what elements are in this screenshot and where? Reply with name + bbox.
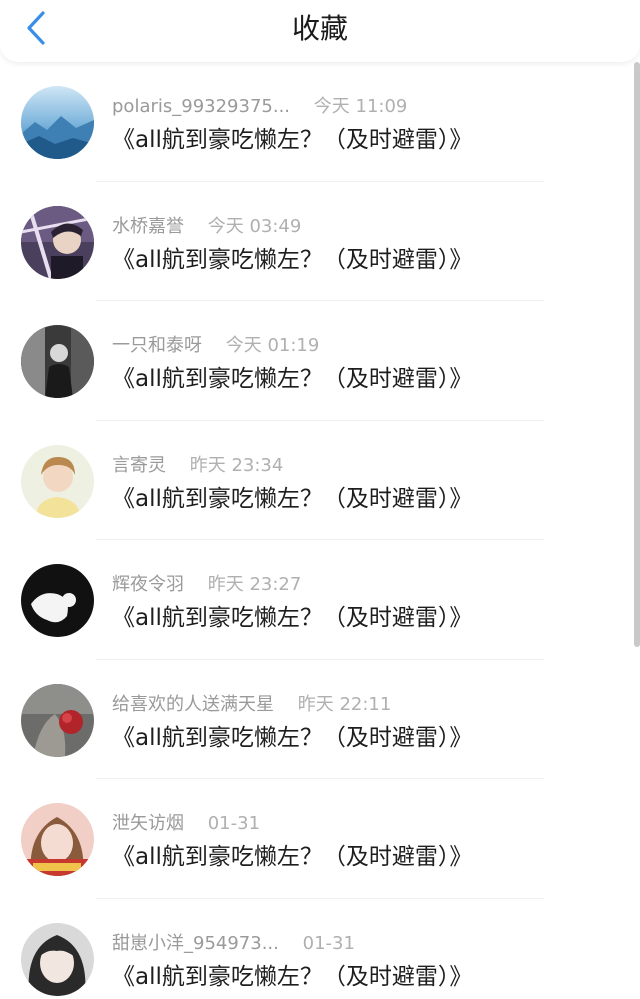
- timestamp: 今天 01:19: [225, 335, 320, 356]
- scrollbar[interactable]: [634, 62, 640, 647]
- user-name[interactable]: 辉夜令羽: [112, 570, 184, 596]
- post-title[interactable]: 《all航到豪吃懒左？（及时避雷）》: [112, 718, 472, 752]
- list-item[interactable]: 言寄灵 昨天 23:34 《all航到豪吃懒左？（及时避雷）》: [0, 421, 640, 540]
- list-item[interactable]: 泄矢访烟 01-31 《all航到豪吃懒左？（及时避雷）》: [0, 779, 640, 899]
- list-item[interactable]: polaris_99329375... 今天 11:09 《all航到豪吃懒左？…: [0, 62, 640, 182]
- favorites-list: polaris_99329375... 今天 11:09 《all航到豪吃懒左？…: [0, 62, 640, 999]
- avatar[interactable]: [21, 803, 94, 876]
- timestamp: 今天 11:09: [313, 96, 408, 117]
- post-title[interactable]: 《all航到豪吃懒左？（及时避雷）》: [112, 479, 472, 513]
- avatar[interactable]: [21, 564, 94, 637]
- post-title[interactable]: 《all航到豪吃懒左？（及时避雷）》: [112, 837, 472, 871]
- timestamp: 01-31: [302, 932, 355, 954]
- avatar[interactable]: [21, 86, 94, 159]
- item-meta: 甜崽小洋_954973... 01-31: [112, 929, 355, 955]
- top-bar: 收藏: [0, 0, 640, 62]
- user-name[interactable]: polaris_99329375...: [112, 96, 290, 117]
- item-meta: polaris_99329375... 今天 11:09: [112, 92, 407, 118]
- page-title: 收藏: [291, 12, 348, 45]
- user-name[interactable]: 水桥嘉誉: [112, 212, 184, 238]
- post-title[interactable]: 《all航到豪吃懒左？（及时避雷）》: [112, 240, 472, 274]
- item-meta: 一只和泰呀 今天 01:19: [112, 331, 319, 357]
- timestamp: 昨天 23:34: [189, 454, 284, 476]
- user-name[interactable]: 言寄灵: [112, 451, 166, 477]
- post-title[interactable]: 《all航到豪吃懒左？（及时避雷）》: [112, 120, 472, 154]
- item-meta: 辉夜令羽 昨天 23:27: [112, 570, 301, 596]
- list-item[interactable]: 水桥嘉誉 今天 03:49 《all航到豪吃懒左？（及时避雷）》: [0, 182, 640, 301]
- item-meta: 言寄灵 昨天 23:34: [112, 451, 283, 477]
- list-item[interactable]: 一只和泰呀 今天 01:19 《all航到豪吃懒左？（及时避雷）》: [0, 301, 640, 421]
- timestamp: 昨天 22:11: [297, 693, 392, 715]
- list-item[interactable]: 甜崽小洋_954973... 01-31 《all航到豪吃懒左？（及时避雷）》: [0, 899, 640, 999]
- post-title[interactable]: 《all航到豪吃懒左？（及时避雷）》: [112, 598, 472, 632]
- post-title[interactable]: 《all航到豪吃懒左？（及时避雷）》: [112, 957, 472, 991]
- timestamp: 今天 03:49: [207, 215, 302, 237]
- avatar[interactable]: [21, 683, 94, 757]
- timestamp: 昨天 23:27: [207, 574, 302, 595]
- user-name[interactable]: 泄矢访烟: [112, 809, 184, 835]
- item-meta: 给喜欢的人送满天星 昨天 22:11: [112, 690, 391, 716]
- user-name[interactable]: 给喜欢的人送满天星: [112, 690, 274, 716]
- list-item[interactable]: 辉夜令羽 昨天 23:27 《all航到豪吃懒左？（及时避雷）》: [0, 540, 640, 660]
- user-name[interactable]: 甜崽小洋_954973...: [112, 929, 279, 955]
- user-name[interactable]: 一只和泰呀: [112, 331, 202, 357]
- timestamp: 01-31: [207, 813, 261, 834]
- avatar[interactable]: [21, 325, 94, 398]
- item-meta: 水桥嘉誉 今天 03:49: [112, 212, 301, 238]
- avatar[interactable]: [21, 444, 94, 518]
- item-meta: 泄矢访烟 01-31: [112, 809, 260, 835]
- post-title[interactable]: 《all航到豪吃懒左？（及时避雷）》: [112, 359, 472, 393]
- avatar[interactable]: [21, 922, 94, 996]
- avatar[interactable]: [21, 205, 94, 279]
- list-item[interactable]: 给喜欢的人送满天星 昨天 22:11 《all航到豪吃懒左？（及时避雷）》: [0, 660, 640, 779]
